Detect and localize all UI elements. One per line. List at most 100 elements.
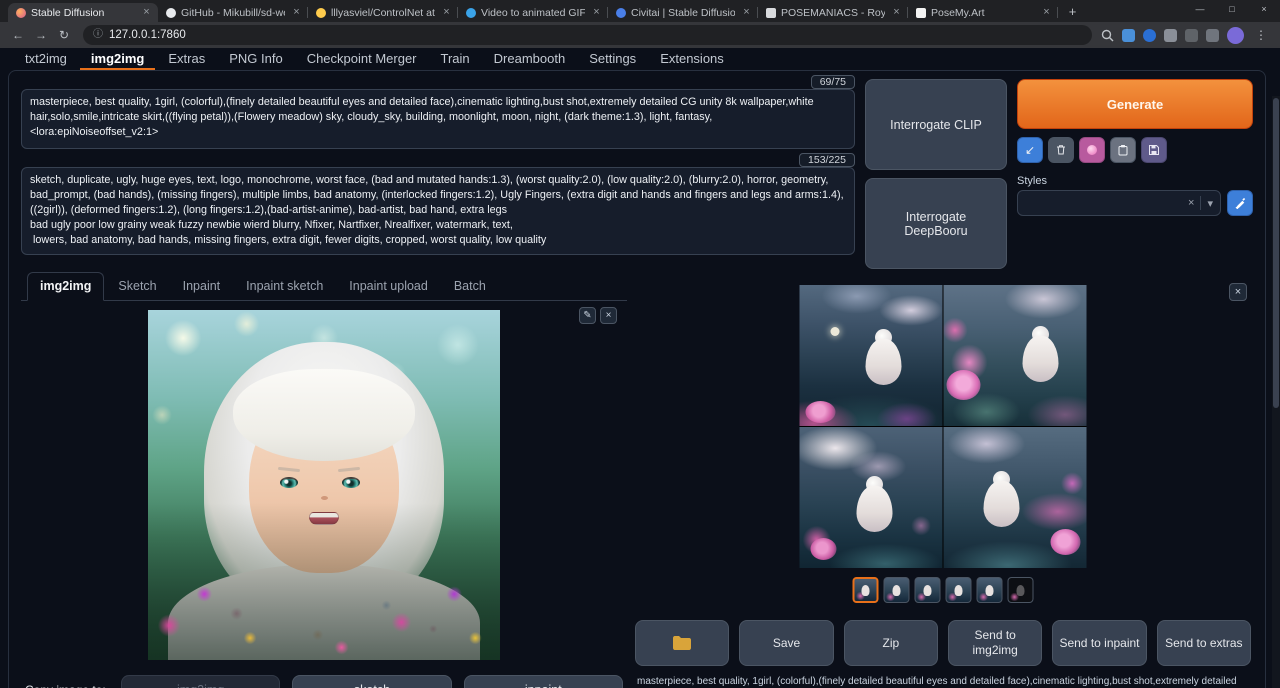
copy-to-inpaint-button[interactable]: inpaint: [464, 675, 623, 688]
generate-button[interactable]: Generate: [1017, 79, 1253, 129]
gallery-thumbnail-4[interactable]: [946, 577, 972, 603]
browser-tab-gif-converter[interactable]: Video to animated GIF converter ×: [458, 3, 608, 22]
send-to-inpaint-button[interactable]: Send to inpaint: [1052, 620, 1146, 666]
gallery-thumbnail-6[interactable]: [1008, 577, 1034, 603]
profile-avatar[interactable]: [1227, 27, 1244, 44]
tab-txt2img[interactable]: txt2img: [14, 48, 78, 70]
open-folder-button[interactable]: [635, 620, 729, 666]
url-text: 127.0.0.1:7860: [109, 29, 186, 41]
floppy-icon: [1148, 144, 1160, 156]
subtab-img2img[interactable]: img2img: [27, 272, 104, 301]
clear-prompt-button[interactable]: [1048, 137, 1074, 163]
reload-icon[interactable]: ↻: [54, 25, 74, 45]
new-tab-button[interactable]: +: [1064, 4, 1081, 21]
browser-tab-stable-diffusion[interactable]: Stable Diffusion ×: [8, 3, 158, 22]
prompt-input[interactable]: masterpiece, best quality, 1girl, (color…: [30, 95, 846, 143]
copy-image-label: Copy image to:: [25, 683, 109, 688]
browser-tab-controlnet[interactable]: lllyasviel/ControlNet at main ×: [308, 3, 458, 22]
subtab-inpaint-sketch[interactable]: Inpaint sketch: [234, 273, 335, 300]
tab-img2img[interactable]: img2img: [80, 48, 155, 70]
tab-checkpoint-merger[interactable]: Checkpoint Merger: [296, 48, 428, 70]
tab-close-icon[interactable]: ×: [290, 6, 303, 19]
extension-icon[interactable]: [1122, 29, 1135, 42]
tab-dreambooth[interactable]: Dreambooth: [483, 48, 577, 70]
subtab-batch[interactable]: Batch: [442, 273, 498, 300]
gallery-image-3[interactable]: [800, 427, 943, 568]
chevron-down-icon[interactable]: ▾: [1207, 197, 1213, 210]
huggingface-favicon: [316, 8, 326, 18]
girl-figure: [865, 339, 901, 385]
zip-button[interactable]: Zip: [844, 620, 938, 666]
clipboard-icon: [1117, 144, 1129, 156]
gallery-image-2[interactable]: [944, 285, 1087, 426]
zoom-icon[interactable]: [1101, 29, 1114, 42]
gallery-thumbnail-3[interactable]: [915, 577, 941, 603]
window-close-icon[interactable]: ×: [1248, 0, 1280, 18]
tab-close-icon[interactable]: ×: [740, 6, 753, 19]
apply-styles-button[interactable]: [1110, 137, 1136, 163]
gallery-thumbnail-1[interactable]: [853, 577, 879, 603]
tab-extensions[interactable]: Extensions: [649, 48, 735, 70]
gallery-image-4[interactable]: [944, 427, 1087, 568]
paste-params-button[interactable]: ↙: [1017, 137, 1043, 163]
copy-image-row: Copy image to: img2img sketch inpaint: [21, 675, 627, 688]
paintbrush-icon: [1234, 197, 1246, 209]
posemyart-favicon: [916, 8, 926, 18]
img2img-tab-content: 69/75 masterpiece, best quality, 1girl, …: [8, 70, 1266, 688]
remove-image-icon[interactable]: ×: [600, 307, 617, 324]
github-favicon: [166, 8, 176, 18]
minimize-icon[interactable]: —: [1184, 0, 1216, 18]
send-to-img2img-button[interactable]: Send to img2img: [948, 620, 1042, 666]
browser-tab-posemaniacs[interactable]: POSEMANIACS - Royalty free 3... ×: [758, 3, 908, 22]
save-style-button[interactable]: [1141, 137, 1167, 163]
copy-to-sketch-button[interactable]: sketch: [292, 675, 451, 688]
subtab-inpaint[interactable]: Inpaint: [171, 273, 233, 300]
scrollbar-thumb[interactable]: [1273, 98, 1279, 408]
extension-icon[interactable]: [1164, 29, 1177, 42]
tab-title: Video to animated GIF converter: [481, 7, 585, 19]
subtab-sketch[interactable]: Sketch: [106, 273, 168, 300]
clear-styles-icon[interactable]: ×: [1188, 197, 1194, 209]
menu-icon[interactable]: ⋮: [1252, 28, 1270, 42]
prompt-section: 69/75 masterpiece, best quality, 1girl, …: [21, 75, 1253, 269]
interrogate-deepbooru-button[interactable]: Interrogate DeepBooru: [865, 178, 1007, 269]
browser-tab-posemyart[interactable]: PoseMy.Art ×: [908, 3, 1058, 22]
tab-close-icon[interactable]: ×: [890, 6, 903, 19]
gallery-thumbnail-5[interactable]: [977, 577, 1003, 603]
negative-prompt-input[interactable]: sketch, duplicate, ugly, huge eyes, text…: [30, 173, 846, 249]
tab-close-icon[interactable]: ×: [440, 6, 453, 19]
tab-settings[interactable]: Settings: [578, 48, 647, 70]
tab-close-icon[interactable]: ×: [590, 6, 603, 19]
prompt-box: masterpiece, best quality, 1girl, (color…: [21, 89, 855, 149]
site-info-icon[interactable]: ⓘ: [93, 25, 103, 45]
send-to-extras-button[interactable]: Send to extras: [1157, 620, 1251, 666]
tab-png-info[interactable]: PNG Info: [218, 48, 293, 70]
tab-extras[interactable]: Extras: [157, 48, 216, 70]
styles-dropdown[interactable]: × ▾: [1017, 190, 1221, 216]
browser-tab-github[interactable]: GitHub - Mikubill/sd-webui-con... ×: [158, 3, 308, 22]
img2img-source-image[interactable]: [148, 310, 500, 660]
tab-close-icon[interactable]: ×: [140, 6, 153, 19]
styles-row: × ▾: [1017, 190, 1253, 216]
save-button[interactable]: Save: [739, 620, 833, 666]
subtab-inpaint-upload[interactable]: Inpaint upload: [337, 273, 440, 300]
address-bar[interactable]: ⓘ 127.0.0.1:7860: [83, 25, 1092, 45]
edit-image-icon[interactable]: ✎: [579, 307, 596, 324]
side-panel-icon[interactable]: [1206, 29, 1219, 42]
maximize-icon[interactable]: □: [1216, 0, 1248, 18]
tab-title: GitHub - Mikubill/sd-webui-con...: [181, 7, 285, 19]
back-icon[interactable]: ←: [8, 25, 28, 45]
browser-tab-civitai[interactable]: Civitai | Stable Diffusion model... ×: [608, 3, 758, 22]
tab-train[interactable]: Train: [430, 48, 481, 70]
tab-close-icon[interactable]: ×: [1040, 6, 1053, 19]
gallery-close-icon[interactable]: ×: [1229, 283, 1247, 301]
extension-icon[interactable]: [1185, 29, 1198, 42]
forward-icon[interactable]: →: [31, 25, 51, 45]
gallery-image-1[interactable]: [800, 285, 943, 426]
refresh-styles-button[interactable]: [1227, 190, 1253, 216]
extra-networks-button[interactable]: [1079, 137, 1105, 163]
extension-icon[interactable]: [1143, 29, 1156, 42]
copy-to-img2img-button[interactable]: img2img: [121, 675, 280, 688]
interrogate-clip-button[interactable]: Interrogate CLIP: [865, 79, 1007, 170]
gallery-thumbnail-2[interactable]: [884, 577, 910, 603]
